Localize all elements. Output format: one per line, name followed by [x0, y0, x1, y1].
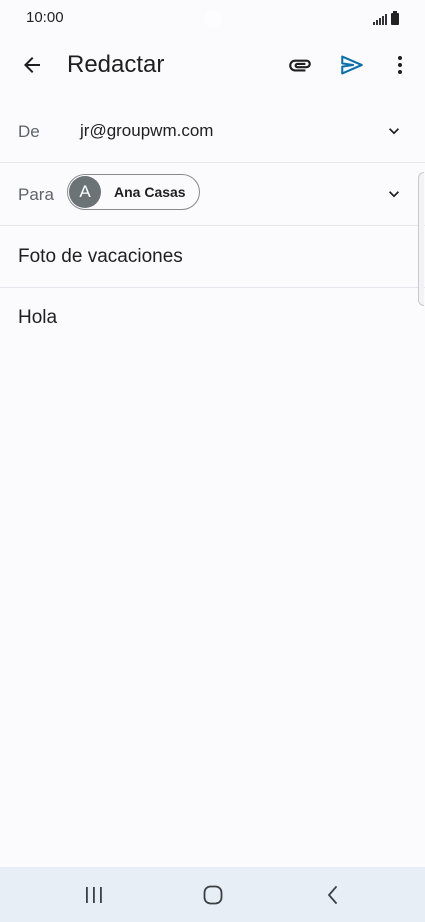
status-time: 10:00: [26, 9, 64, 26]
camera-cutout: [204, 10, 222, 28]
body-field[interactable]: Hola: [18, 307, 57, 329]
attach-button[interactable]: [280, 45, 320, 85]
back-button[interactable]: [12, 45, 52, 85]
subject-row: Foto de vacaciones: [0, 226, 425, 288]
status-bar: 10:00: [0, 0, 425, 38]
nav-bar: [0, 867, 425, 922]
scrollbar[interactable]: [418, 172, 424, 306]
send-icon: [341, 55, 363, 75]
more-options-button[interactable]: [380, 45, 420, 85]
from-row: De jr@groupwm.com: [0, 100, 425, 163]
from-expand-button[interactable]: [382, 119, 406, 143]
send-button[interactable]: [332, 45, 372, 85]
home-button[interactable]: [193, 879, 233, 911]
from-label: De: [18, 122, 40, 141]
paperclip-icon: [289, 59, 311, 72]
arrow-back-icon: [24, 57, 40, 73]
from-address[interactable]: jr@groupwm.com: [80, 121, 213, 141]
chevron-down-icon: [389, 191, 399, 198]
more-vert-icon: [398, 56, 402, 74]
status-icons: [373, 11, 399, 25]
to-label: Para: [18, 185, 54, 204]
recipient-name: Ana Casas: [114, 184, 186, 200]
back-icon: [328, 886, 337, 904]
signal-icon: [373, 13, 387, 25]
chevron-down-icon: [389, 128, 399, 135]
app-bar: Redactar: [0, 38, 425, 94]
home-icon: [203, 885, 223, 905]
page-title: Redactar: [67, 51, 165, 78]
avatar: A: [69, 176, 101, 208]
nav-back-button[interactable]: [313, 879, 353, 911]
recents-button[interactable]: [74, 879, 114, 911]
recipient-chip[interactable]: A Ana Casas: [67, 174, 200, 210]
recents-icon: [86, 887, 102, 903]
battery-icon: [391, 11, 399, 25]
to-expand-button[interactable]: [382, 182, 406, 206]
to-row: Para A Ana Casas: [0, 163, 425, 226]
subject-field[interactable]: Foto de vacaciones: [18, 246, 183, 268]
